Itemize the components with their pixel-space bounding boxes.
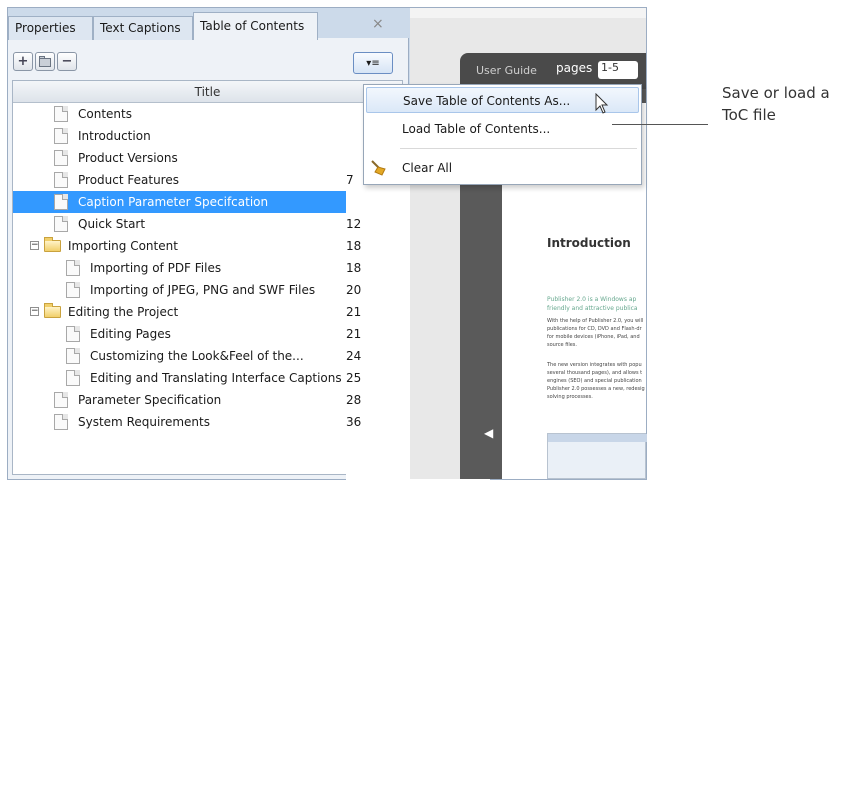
toc-panel: Properties Text Captions Table of Conten… (8, 12, 490, 787)
toc-row-title: System Requirements (78, 415, 210, 429)
document-icon (54, 216, 68, 232)
document-icon (66, 326, 80, 342)
toc-row[interactable]: Editing and Translating Interface Captio… (13, 367, 490, 743)
toc-row-title: Customizing the Look&Feel of the... (90, 349, 304, 363)
page-intro-line: Publisher 2.0 is a Windows ap (547, 296, 637, 303)
toc-row[interactable]: − Importing Content 18 (13, 235, 490, 611)
document-icon (54, 128, 68, 144)
toc-row[interactable]: − Editing the Project 21 (13, 301, 490, 677)
document-icon (54, 392, 68, 408)
document-icon (66, 282, 80, 298)
collapse-icon[interactable]: − (30, 241, 39, 250)
page-screenshot-thumbnail (547, 433, 647, 479)
callout-line (612, 124, 708, 125)
document-icon (66, 260, 80, 276)
page-body-line: several thousand pages), and allows t (547, 370, 643, 376)
document-icon (54, 194, 68, 210)
toc-row[interactable]: Product Features 7 (13, 169, 490, 545)
add-folder-button[interactable] (35, 52, 55, 71)
toc-row-title: Contents (78, 107, 132, 121)
broom-icon (370, 160, 388, 179)
toc-row-title: Product Versions (78, 151, 178, 165)
document-icon (54, 172, 68, 188)
page-body-line: The new version integrates with popu (547, 362, 642, 368)
document-icon (66, 370, 80, 386)
add-item-button[interactable]: + (13, 52, 33, 71)
toc-row[interactable]: Quick Start 12 (13, 213, 490, 589)
page-body-line: for mobile devices (iPhone, iPad, and (547, 334, 640, 340)
plus-icon: + (17, 54, 29, 69)
document-icon (54, 150, 68, 166)
collapse-icon[interactable]: − (30, 307, 39, 316)
menu-load-toc-label: Load Table of Contents... (402, 122, 551, 136)
toc-row-title: Editing Pages (90, 327, 171, 341)
page-body-paragraph: The new version integrates with popu sev… (547, 361, 646, 401)
toc-row-title: Editing and Translating Interface Captio… (90, 371, 342, 385)
previous-page-icon[interactable]: ◀ (484, 426, 493, 440)
remove-item-button[interactable]: − (57, 52, 77, 71)
mouse-cursor-icon (595, 93, 609, 114)
preview-title: User Guide (476, 64, 537, 77)
page-heading: Introduction (547, 236, 631, 250)
broom-icon-shape (371, 160, 386, 176)
page-body-paragraph: With the help of Publisher 2.0, you will… (547, 317, 646, 349)
toc-row[interactable]: Customizing the Look&Feel of the... 24 (13, 345, 490, 721)
pages-input[interactable]: 1-5 (598, 61, 638, 79)
folder-add-icon (38, 56, 51, 67)
toc-row-title: Importing of JPEG, PNG and SWF Files (90, 283, 316, 297)
app-window: Properties Text Captions Table of Conten… (7, 7, 647, 787)
page-intro-line: friendly and attractive publica (547, 305, 638, 312)
page-body-line: engines (SEO) and special publication (547, 378, 642, 384)
page-body-line: With the help of Publisher 2.0, you will (547, 318, 644, 324)
column-header-title[interactable]: Title (13, 81, 402, 103)
page-body-line: publications for CD, DVD and Flash-dr (547, 326, 642, 332)
toc-row[interactable]: Product Versions (13, 147, 490, 523)
document-icon (66, 348, 80, 364)
toc-row-title: Parameter Specification (78, 393, 222, 407)
folder-icon (44, 237, 61, 252)
toc-row[interactable]: Editing Pages 21 (13, 323, 490, 699)
toc-row-title: Editing the Project (68, 305, 179, 319)
tab-text-captions[interactable]: Text Captions (93, 16, 193, 40)
toc-row[interactable]: Contents (13, 103, 490, 479)
tab-table-of-contents[interactable]: Table of Contents (193, 12, 318, 40)
menu-clear-all[interactable]: Clear All (364, 155, 641, 181)
pages-label: pages (556, 61, 593, 75)
menu-load-toc[interactable]: Load Table of Contents... (364, 116, 641, 142)
toc-row[interactable]: Importing of JPEG, PNG and SWF Files 20 (13, 279, 490, 655)
page-body-line: solving processes. (547, 394, 593, 400)
toc-row-title: Product Features (78, 173, 179, 187)
page-body-line: source files. (547, 342, 578, 348)
document-icon (54, 414, 68, 430)
tab-properties[interactable]: Properties (8, 16, 93, 40)
folder-icon (44, 303, 61, 318)
preview-top-strip (410, 8, 646, 18)
minus-icon: − (61, 54, 73, 69)
page-body-line: Publisher 2.0 possesses a new, redesig (547, 386, 645, 392)
menu-separator (400, 148, 637, 149)
toc-row[interactable]: Introduction (13, 125, 490, 501)
document-icon (54, 106, 68, 122)
callout-annotation: Save or load a ToC file (722, 84, 830, 124)
preview-area: User Guide pages 1-5 ◀ Introduction Publ… (410, 8, 647, 479)
toc-row-title: Caption Parameter Specifcation (78, 195, 269, 209)
toc-row-title: Introduction (78, 129, 151, 143)
toc-row-title: Importing of PDF Files (90, 261, 222, 275)
toc-row[interactable]: Caption Parameter Specifcation 35 (13, 191, 490, 567)
toc-options-menu-button[interactable]: ▾≡ (353, 52, 393, 74)
toc-row-title: Importing Content (68, 239, 178, 253)
menu-list-icon: ▾≡ (366, 57, 380, 69)
toc-row[interactable]: Parameter Specification 28 (13, 389, 490, 765)
menu-clear-all-label: Clear All (402, 161, 453, 175)
close-panel-icon[interactable]: × (372, 16, 384, 32)
toc-row-title: Quick Start (78, 217, 146, 231)
toc-row[interactable]: Importing of PDF Files 18 (13, 257, 490, 633)
toc-row[interactable]: System Requirements 36 (13, 411, 490, 787)
menu-save-toc-label: Save Table of Contents As... (403, 94, 571, 108)
toc-list[interactable]: Title Contents Introduction Product Versio… (12, 80, 490, 787)
page-intro: Publisher 2.0 is a Windows ap friendly a… (547, 295, 646, 313)
